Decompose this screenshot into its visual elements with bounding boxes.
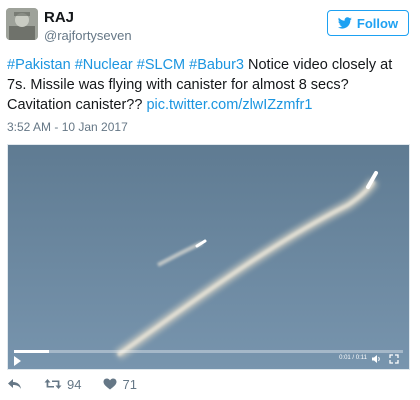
like-button[interactable]: 71 bbox=[103, 376, 137, 392]
reply-icon bbox=[8, 379, 21, 389]
retweet-icon bbox=[44, 379, 62, 389]
retweet-count: 94 bbox=[67, 376, 82, 392]
follow-button-label: Follow bbox=[356, 15, 399, 31]
avatar[interactable] bbox=[6, 8, 38, 40]
heart-icon bbox=[103, 378, 117, 390]
retweet-button[interactable]: 94 bbox=[44, 377, 81, 392]
like-count: 71 bbox=[122, 376, 137, 392]
video-frame bbox=[8, 145, 409, 369]
video-progress-bar[interactable] bbox=[14, 350, 403, 353]
tweet-actions: 94 71 bbox=[7, 374, 307, 394]
video-progress-fill bbox=[14, 350, 49, 353]
tweet-hashtags[interactable]: #Pakistan #Nuclear #SLCM #Babur3 bbox=[7, 57, 244, 73]
tweet-card: RAJ @rajfortyseven Follow #Pakistan #Nuc… bbox=[0, 0, 420, 400]
tweet-timestamp[interactable]: 3:52 AM - 10 Jan 2017 bbox=[7, 120, 128, 134]
video-time-readout: 0:01 / 0:11 bbox=[339, 355, 367, 361]
play-icon[interactable] bbox=[14, 356, 21, 366]
video-player[interactable]: 0:01 / 0:11 bbox=[7, 144, 410, 370]
fullscreen-icon[interactable] bbox=[389, 354, 399, 364]
tweet-media-link[interactable]: pic.twitter.com/zlwIZzmfr1 bbox=[146, 97, 312, 113]
follow-button[interactable]: Follow bbox=[327, 10, 409, 36]
twitter-bird-icon bbox=[337, 17, 352, 29]
volume-icon[interactable] bbox=[371, 354, 381, 364]
tweet-text: #Pakistan #Nuclear #SLCM #Babur3 Notice … bbox=[7, 55, 415, 115]
author-name[interactable]: RAJ bbox=[44, 9, 74, 26]
reply-button[interactable] bbox=[7, 378, 22, 390]
author-handle[interactable]: @rajfortyseven bbox=[44, 28, 132, 43]
